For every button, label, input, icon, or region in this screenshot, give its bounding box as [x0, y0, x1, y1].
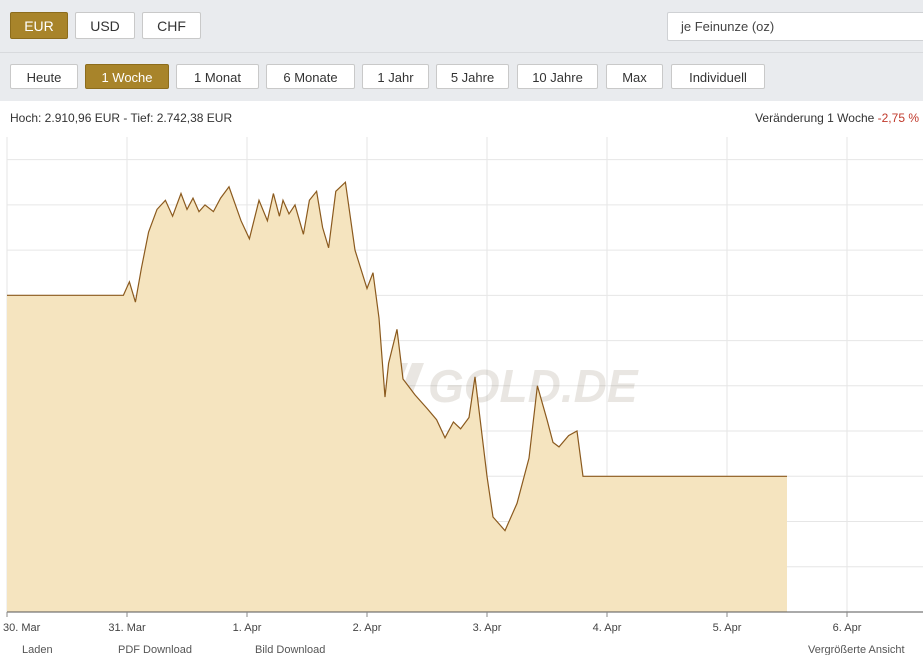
range-max-button[interactable]: Max: [606, 64, 663, 89]
range-1-jahr-button[interactable]: 1 Jahr: [362, 64, 429, 89]
bottom-links: Laden PDF Download Bild Download Vergröß…: [0, 644, 923, 655]
stats-row: Hoch: 2.910,96 EUR - Tief: 2.742,38 EUR …: [0, 104, 923, 132]
x-tick-label: 3. Apr: [473, 622, 502, 634]
enlarge-link[interactable]: Vergrößerte Ansicht: [808, 644, 905, 655]
range-1-woche-button[interactable]: 1 Woche: [85, 64, 169, 89]
range-heute-button[interactable]: Heute: [10, 64, 78, 89]
x-tick-label: 31. Mar: [108, 622, 146, 634]
x-tick-label: 6. Apr: [833, 622, 862, 634]
image-download-link[interactable]: Bild Download: [255, 644, 325, 655]
range-1-monat-button[interactable]: 1 Monat: [176, 64, 259, 89]
currency-chf-button[interactable]: CHF: [142, 12, 201, 39]
range-individuell-button[interactable]: Individuell: [671, 64, 765, 89]
x-tick-label: 30. Mar: [3, 622, 41, 634]
load-link[interactable]: Laden: [22, 644, 53, 655]
currency-bar: EUR USD CHF je Feinunze (oz): [0, 0, 923, 53]
change-text: Veränderung 1 Woche -2,75 %: [755, 104, 919, 132]
range-6-monate-button[interactable]: 6 Monate: [266, 64, 355, 89]
price-chart[interactable]: GOLD.DE 30. Mar 31. Mar 1. Apr 2. Apr 3. Apr…: [0, 132, 923, 642]
pdf-download-link[interactable]: PDF Download: [118, 644, 192, 655]
currency-eur-button[interactable]: EUR: [10, 12, 68, 39]
x-tick-label: 4. Apr: [593, 622, 622, 634]
x-tick-label: 1. Apr: [233, 622, 262, 634]
range-5-jahre-button[interactable]: 5 Jahre: [436, 64, 509, 89]
x-tick-label: 2. Apr: [353, 622, 382, 634]
price-area-fill: [7, 182, 787, 612]
unit-select[interactable]: je Feinunze (oz): [667, 12, 923, 41]
change-value: -2,75 %: [877, 111, 919, 125]
high-low-text: Hoch: 2.910,96 EUR - Tief: 2.742,38 EUR: [10, 111, 233, 125]
range-bar: Heute 1 Woche 1 Monat 6 Monate 1 Jahr 5 …: [0, 53, 923, 101]
x-tick-label: 5. Apr: [713, 622, 742, 634]
range-10-jahre-button[interactable]: 10 Jahre: [517, 64, 598, 89]
currency-usd-button[interactable]: USD: [75, 12, 135, 39]
x-axis-ticks: 30. Mar 31. Mar 1. Apr 2. Apr 3. Apr 4. Apr 5.…: [3, 612, 862, 634]
watermark-text: GOLD.DE: [428, 360, 639, 412]
change-label: Veränderung 1 Woche: [755, 111, 875, 125]
